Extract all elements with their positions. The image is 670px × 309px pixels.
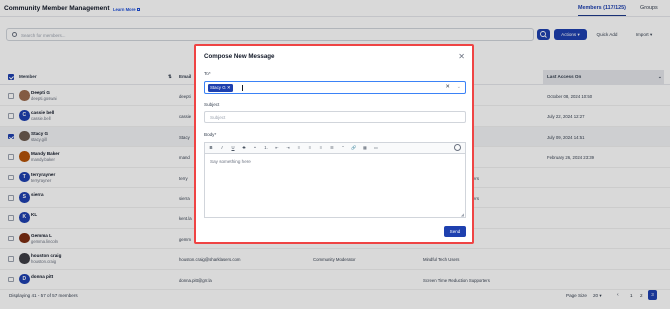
message-body-editor[interactable]: Say something here ◢ xyxy=(204,153,466,218)
send-button[interactable]: Send xyxy=(444,226,466,237)
body-placeholder: Say something here xyxy=(210,159,251,164)
text-cursor xyxy=(242,84,243,91)
recipient-chip-label: Stacy G xyxy=(210,85,226,90)
outdent-button[interactable]: ⇤ xyxy=(274,145,280,150)
subject-placeholder: Subject xyxy=(210,115,226,120)
compose-message-modal: Compose New Message ✕ To* Stacy G ✕ ✕ ⌄ … xyxy=(194,44,474,244)
indent-button[interactable]: ⇥ xyxy=(285,145,291,150)
to-field[interactable]: Stacy G ✕ ✕ ⌄ xyxy=(204,81,466,94)
bullet-list-button[interactable]: • xyxy=(252,145,258,150)
image-button[interactable]: ▭ xyxy=(373,145,379,150)
chevron-down-icon[interactable]: ⌄ xyxy=(457,84,461,90)
strikethrough-button[interactable]: S xyxy=(241,145,247,150)
underline-button[interactable]: U xyxy=(230,145,236,150)
quote-button[interactable]: " xyxy=(340,145,346,150)
recipient-chip[interactable]: Stacy G ✕ xyxy=(208,84,233,92)
italic-button[interactable]: I xyxy=(219,145,225,150)
resize-handle-icon[interactable]: ◢ xyxy=(461,212,464,217)
subject-label: Subject xyxy=(204,102,220,107)
align-center-button[interactable]: ≡ xyxy=(307,145,313,150)
align-right-button[interactable]: ≡ xyxy=(318,145,324,150)
table-button[interactable]: ▦ xyxy=(362,145,368,150)
emoji-icon[interactable] xyxy=(454,143,461,151)
justify-button[interactable]: ☰ xyxy=(329,145,335,150)
subject-input[interactable]: Subject xyxy=(204,111,466,123)
clear-icon[interactable]: ✕ xyxy=(445,84,450,90)
close-icon[interactable]: ✕ xyxy=(458,52,465,61)
to-label: To* xyxy=(204,71,211,76)
modal-title: Compose New Message xyxy=(204,53,275,60)
bold-button[interactable]: B xyxy=(208,145,214,150)
chip-remove-icon[interactable]: ✕ xyxy=(227,85,231,90)
numbered-list-button[interactable]: 1. xyxy=(263,145,269,150)
body-label: Body* xyxy=(204,132,217,137)
link-button[interactable]: 🔗 xyxy=(351,145,357,151)
align-left-button[interactable]: ≡ xyxy=(296,145,302,150)
rich-text-toolbar: B I U S • 1. ⇤ ⇥ ≡ ≡ ≡ ☰ " 🔗 ▦ ▭ xyxy=(204,142,466,153)
